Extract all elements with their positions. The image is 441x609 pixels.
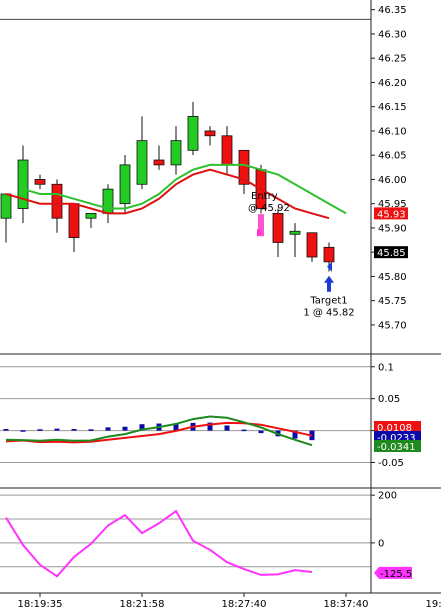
macd-value-badge[interactable]: -0.0341 <box>374 440 421 453</box>
macd-histogram-bar <box>71 428 77 431</box>
cci-value-badge[interactable]: -125.5 <box>374 566 412 580</box>
price-tick-label: 46.20 <box>378 78 407 89</box>
target-label-line2: 1 @ 45.82 <box>303 308 354 319</box>
macd-histogram-bar <box>88 429 94 431</box>
candle-body <box>136 140 148 185</box>
cci-badge-text: -125.5 <box>380 569 412 580</box>
candle-body <box>85 212 97 219</box>
candle-body <box>306 232 318 258</box>
candle-body <box>323 246 335 263</box>
candle-body <box>289 230 301 235</box>
macd-tick-label: 0.05 <box>378 394 400 405</box>
candle-body <box>68 203 80 239</box>
price-tick-label: 46.05 <box>378 151 407 162</box>
macd-histogram-bar <box>258 430 264 434</box>
price-tick-label: 46.15 <box>378 102 407 113</box>
candle-body <box>221 135 233 166</box>
price-tick-label: 45.70 <box>378 320 407 331</box>
ma-price-badge-text: 45.93 <box>377 209 406 220</box>
current-price-badge-text: 45.85 <box>377 248 406 259</box>
candle-body <box>119 164 131 205</box>
price-tick-label: 46.30 <box>378 29 407 40</box>
candle-body <box>187 115 199 151</box>
time-tick-label: 18:37:40 <box>324 599 369 609</box>
price-tick-label: 46.10 <box>378 126 407 137</box>
current-price-badge[interactable]: 45.85 <box>374 246 408 259</box>
entry-label-line2: @ 45.92 <box>248 203 290 214</box>
macd-histogram-bar <box>3 428 9 431</box>
macd-badge-text: -0.0341 <box>377 442 416 453</box>
candle-body <box>153 159 165 166</box>
macd-histogram-bar <box>105 427 111 431</box>
macd-histogram-bar <box>224 425 230 431</box>
macd-histogram-bar <box>122 426 128 431</box>
macd-histogram-bar <box>54 428 60 431</box>
entry-label-line1: Entry <box>251 191 278 202</box>
candle-body <box>17 159 29 209</box>
macd-tick-label: 0.1 <box>378 362 394 373</box>
price-tick-label: 45.80 <box>378 272 407 283</box>
cci-tick-label: 0 <box>378 538 384 549</box>
candle-body <box>34 179 46 185</box>
price-tick-label: 45.75 <box>378 296 407 307</box>
price-tick-label: 46.00 <box>378 175 407 186</box>
price-tick-label: 46.25 <box>378 54 407 65</box>
ma-price-badge[interactable]: 45.93 <box>374 207 408 220</box>
candle-body <box>51 183 63 219</box>
candle-body <box>204 130 216 137</box>
candle-body <box>170 140 182 166</box>
target-label-line1: Target1 <box>309 296 347 307</box>
time-tick-label: 19:00:01 <box>426 599 441 609</box>
macd-histogram-bar <box>241 429 247 432</box>
time-tick-label: 18:27:40 <box>222 599 267 609</box>
price-tick-label: 45.90 <box>378 223 407 234</box>
time-tick-label: 18:19:35 <box>18 599 63 609</box>
chart-background <box>0 0 441 609</box>
macd-tick-label: -0.05 <box>378 458 404 469</box>
trading-chart: 46.35 46.30 46.25 46.20 46.15 46.10 46.05 46.00… <box>0 0 441 609</box>
macd-histogram-bar <box>20 430 26 432</box>
cci-tick-label: 200 <box>378 491 397 502</box>
price-tick-label: 46.35 <box>378 5 407 16</box>
candle-body <box>0 193 12 219</box>
macd-histogram-bar <box>37 429 43 431</box>
time-tick-label: 18:21:58 <box>120 599 165 609</box>
candle-body <box>272 212 284 243</box>
candle-body <box>102 188 114 214</box>
